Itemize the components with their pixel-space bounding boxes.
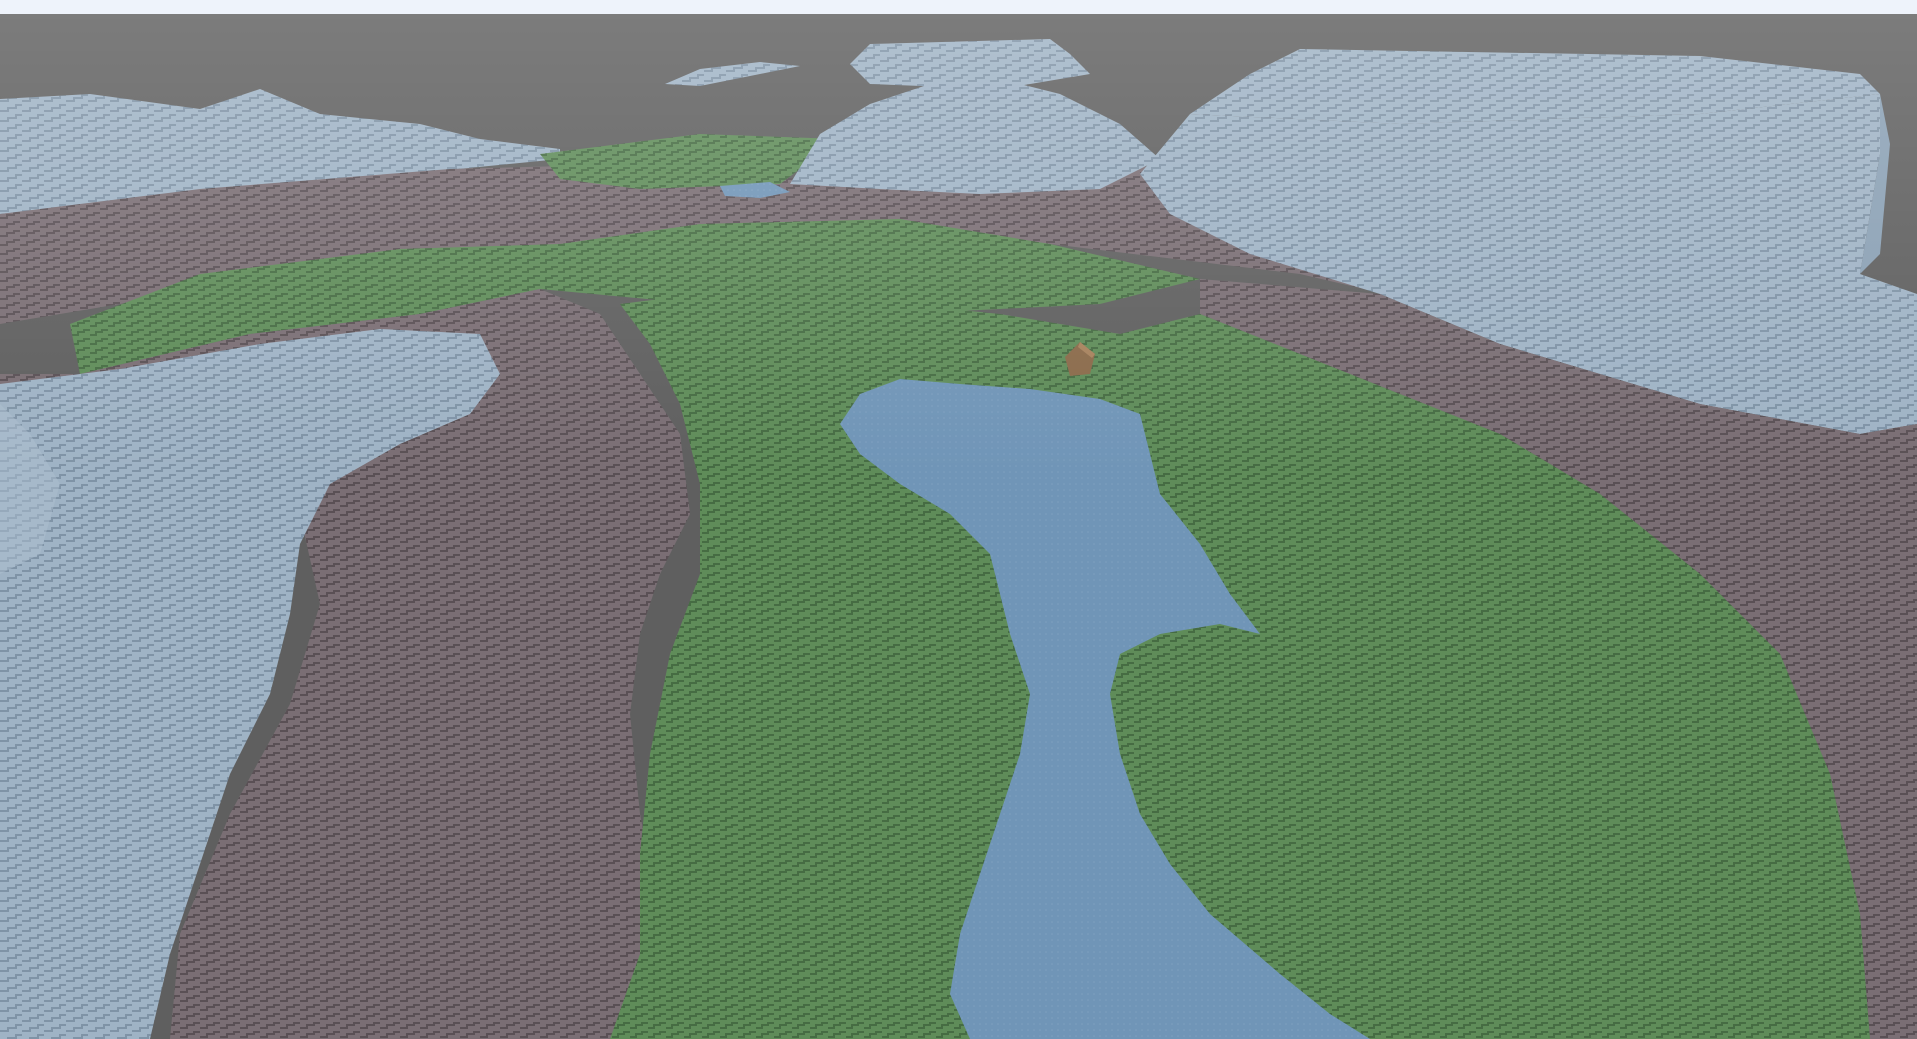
3d-viewport[interactable] bbox=[0, 14, 1917, 1039]
terrain-scene[interactable] bbox=[0, 14, 1917, 1039]
app-window bbox=[0, 0, 1917, 1039]
window-top-strip bbox=[0, 0, 1917, 15]
atmosphere-haze bbox=[0, 14, 1917, 1039]
